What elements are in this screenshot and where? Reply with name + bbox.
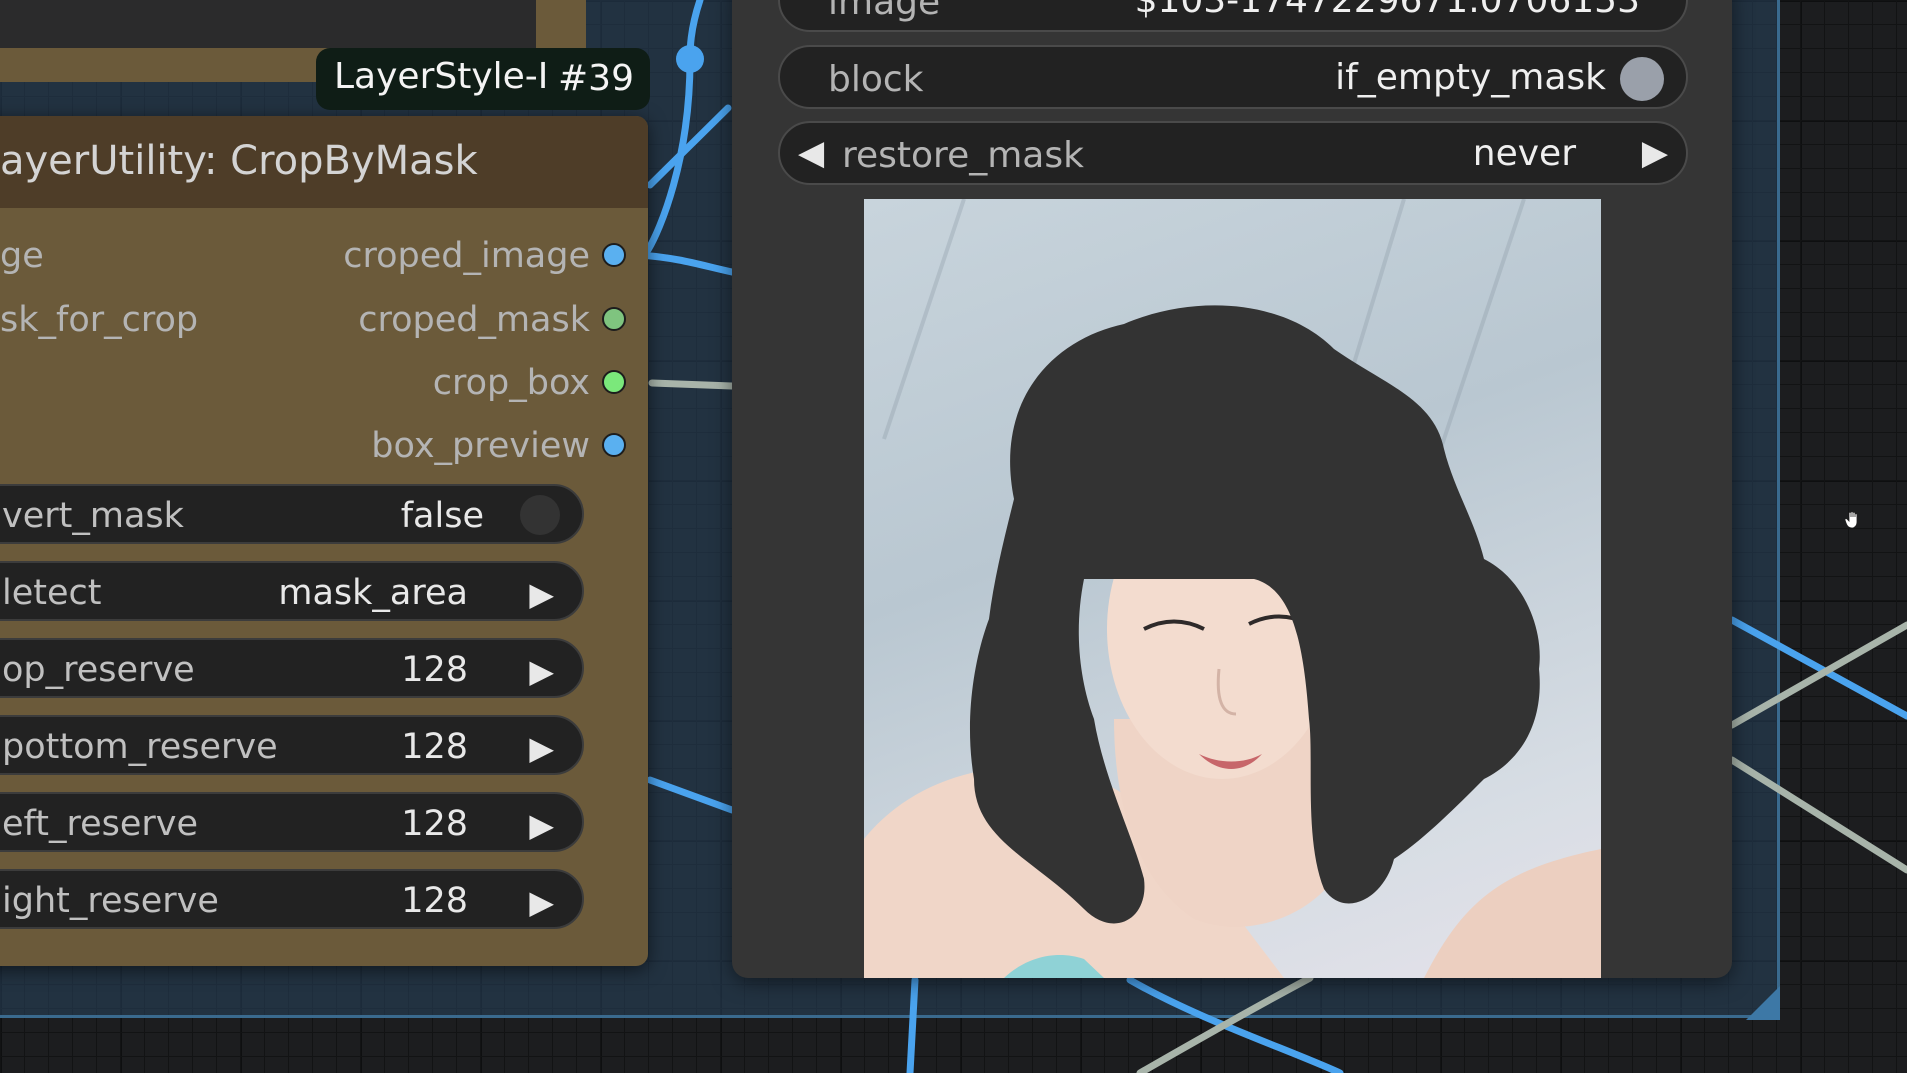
widget-value: mask_area — [278, 573, 468, 613]
widget-right-reserve[interactable]: ight_reserve 128 ▶ — [0, 869, 584, 929]
hand-cursor-icon — [1844, 511, 1858, 529]
widget-top-reserve[interactable]: op_reserve 128 ▶ — [0, 638, 584, 698]
increment-arrow-icon[interactable]: ▶ — [529, 806, 554, 844]
increment-arrow-icon[interactable]: ▶ — [529, 652, 554, 690]
decrement-arrow-icon[interactable]: ◀ — [798, 133, 824, 173]
widget-bottom-reserve[interactable]: pottom_reserve 128 ▶ — [0, 715, 584, 775]
widget-label: vert_mask — [2, 496, 184, 536]
widget-left-reserve[interactable]: eft_reserve 128 ▶ — [0, 792, 584, 852]
widget-block[interactable]: block if_empty_mask — [778, 45, 1688, 109]
crop-by-mask-node[interactable]: ayerUtility: CropByMask ge sk_for_crop c… — [0, 116, 648, 966]
widget-value: never — [1472, 133, 1576, 174]
widget-label: block — [828, 59, 924, 100]
preview-image-graphic — [864, 199, 1601, 978]
increment-arrow-icon[interactable]: ▶ — [529, 575, 554, 613]
mask-preview-node[interactable]: image $103-1747229671.0706153 block if_e… — [732, 0, 1732, 978]
widget-image[interactable]: image $103-1747229671.0706153 — [778, 0, 1688, 32]
widget-value: 128 — [401, 727, 468, 767]
widget-value: if_empty_mask — [1335, 57, 1606, 98]
widget-label: image — [828, 0, 941, 23]
widget-label: pottom_reserve — [2, 727, 278, 767]
input-slot-image[interactable]: ge — [0, 236, 44, 276]
output-port-box-preview[interactable] — [602, 433, 626, 457]
output-label-crop-box: crop_box — [432, 363, 590, 403]
widget-invert-mask[interactable]: vert_mask false — [0, 484, 584, 544]
output-port-croped-mask[interactable] — [602, 307, 626, 331]
toggle-knob[interactable] — [520, 495, 560, 535]
output-port-crop-box[interactable] — [602, 370, 626, 394]
widget-label: ight_reserve — [2, 881, 219, 921]
widget-restore-mask[interactable]: ◀ restore_mask never ▶ — [778, 121, 1688, 185]
widget-detect[interactable]: letect mask_area ▶ — [0, 561, 584, 621]
node-title: ayerUtility: CropByMask — [0, 138, 478, 184]
output-label-croped-mask: croped_mask — [358, 300, 590, 340]
output-label-box-preview: box_preview — [371, 426, 590, 466]
increment-arrow-icon[interactable]: ▶ — [529, 883, 554, 921]
tooltip-title: LayerStyle-I — [334, 56, 549, 97]
upper-node-body — [0, 0, 536, 48]
tooltip-node-id: #39 — [558, 58, 634, 99]
preview-image — [864, 199, 1601, 978]
widget-value: false — [400, 496, 484, 536]
widget-value: 128 — [401, 650, 468, 690]
widget-label: restore_mask — [842, 135, 1084, 176]
widget-label: op_reserve — [2, 650, 195, 690]
widget-value: 128 — [401, 881, 468, 921]
group-resize-handle[interactable] — [1746, 986, 1780, 1020]
widget-label: eft_reserve — [2, 804, 199, 844]
increment-arrow-icon[interactable]: ▶ — [1642, 133, 1668, 173]
output-port-croped-image[interactable] — [602, 243, 626, 267]
toggle-knob[interactable] — [1620, 57, 1664, 101]
widget-value: $103-1747229671.0706153 — [1134, 0, 1640, 21]
widget-value: 128 — [401, 804, 468, 844]
node-header[interactable]: ayerUtility: CropByMask — [0, 116, 648, 208]
output-label-croped-image: croped_image — [343, 236, 590, 276]
node-tooltip: LayerStyle-I #39 — [316, 48, 650, 110]
increment-arrow-icon[interactable]: ▶ — [529, 729, 554, 767]
widget-label: letect — [2, 573, 102, 613]
